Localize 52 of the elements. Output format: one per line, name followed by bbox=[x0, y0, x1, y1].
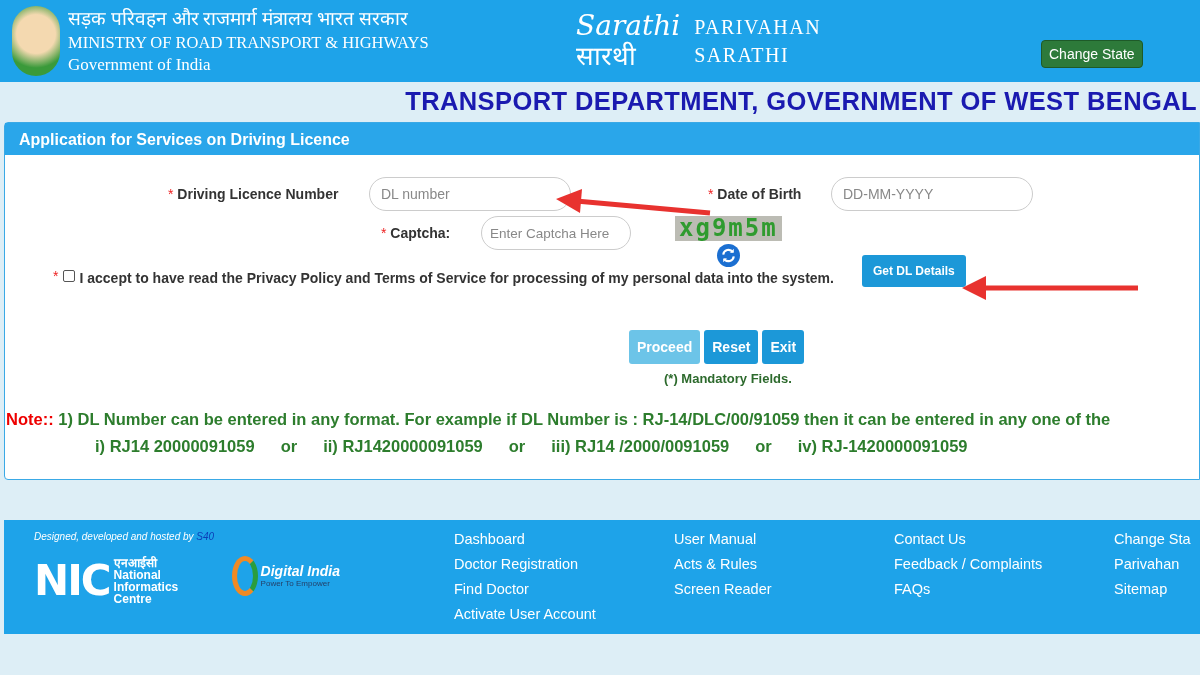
format-example: or bbox=[508, 437, 526, 456]
footer-link[interactable]: Activate User Account bbox=[454, 602, 674, 627]
mandatory-note: (*) Mandatory Fields. bbox=[663, 371, 793, 386]
footer-link[interactable]: Contact Us bbox=[894, 527, 1114, 552]
field-label: Captcha: bbox=[390, 225, 451, 241]
footer-link[interactable]: Acts & Rules bbox=[674, 552, 894, 577]
consent-text: I accept to have read the Privacy Policy and Terms of Service for processing of my personal data into the system. bbox=[79, 270, 834, 286]
date-of-birth-field[interactable]: DD-MM-YYYY bbox=[831, 177, 1033, 211]
format-example: or bbox=[755, 437, 772, 456]
footer-link[interactable]: Find Doctor bbox=[454, 577, 674, 602]
dl-number-field[interactable]: DL number bbox=[369, 177, 571, 211]
footer-link[interactable]: Parivahan bbox=[1114, 552, 1191, 577]
refresh-icon[interactable] bbox=[716, 244, 740, 267]
note-text: 1) DL Number can be entered in any format. For example if DL Number is : RJ-14/DLC/00/91059 then it can be entered in any one of the bbox=[58, 410, 1111, 428]
required-mark: * bbox=[53, 268, 59, 284]
ministry-hindi: सड़क परिवहन और राजमार्ग मंत्रालय भारत सरकार bbox=[68, 6, 409, 31]
format-example: i) RJ14 20000091059 bbox=[95, 437, 255, 456]
format-example: or bbox=[280, 437, 298, 456]
sarathi-logo: Sarathi सारथी bbox=[576, 11, 681, 71]
footer-link[interactable]: Doctor Registration bbox=[454, 552, 674, 577]
department-title: TRANSPORT DEPARTMENT, GOVERNMENT OF WEST BENGAL bbox=[404, 86, 1198, 117]
consent-checkbox[interactable] bbox=[63, 270, 76, 282]
get-dl-details-button[interactable]: Get DL Details bbox=[861, 255, 966, 287]
note-label: Note:: bbox=[6, 410, 54, 428]
field-label: Driving Licence Number bbox=[177, 186, 339, 202]
change-state-button[interactable]: Change State bbox=[1041, 40, 1143, 68]
format-example: iv) RJ-1420000091059 bbox=[797, 437, 968, 456]
footer-link[interactable]: Sitemap bbox=[1114, 577, 1191, 602]
required-mark: * bbox=[381, 225, 387, 241]
captcha-field[interactable]: Enter Captcha Here bbox=[481, 216, 631, 250]
emblem-logo bbox=[12, 6, 60, 76]
format-example: iii) RJ14 /2000/0091059 bbox=[551, 437, 730, 456]
format-example: ii) RJ1420000091059 bbox=[323, 437, 483, 456]
footer-link[interactable]: Screen Reader bbox=[674, 577, 894, 602]
field-label: Date of Birth bbox=[717, 186, 802, 202]
credit-text: Designed, developed and hosted by S40 bbox=[34, 531, 215, 542]
captcha-image: xg9m5m bbox=[675, 216, 782, 241]
footer-link[interactable]: FAQs bbox=[894, 577, 1114, 602]
required-mark: * bbox=[168, 186, 174, 202]
footer-link[interactable]: Feedback / Complaints bbox=[894, 552, 1114, 577]
action-button[interactable]: Reset bbox=[704, 330, 759, 364]
action-button[interactable]: Exit bbox=[762, 330, 805, 364]
required-mark: * bbox=[708, 186, 714, 202]
panel-title: Application for Services on Driving Licence bbox=[5, 123, 1199, 155]
brand-line: PARIVAHAN bbox=[694, 15, 822, 40]
footer-link[interactable]: Change Sta bbox=[1114, 527, 1191, 552]
footer-link[interactable]: Dashboard bbox=[454, 527, 674, 552]
ministry-name: MINISTRY OF ROAD TRANSPORT & HIGHWAYS bbox=[68, 31, 430, 54]
government-name: Government of India bbox=[68, 53, 212, 76]
digital-india-logo: Digital India Power To Empower bbox=[231, 546, 340, 605]
footer-link[interactable]: User Manual bbox=[674, 527, 894, 552]
brand-line: SARATHI bbox=[694, 43, 791, 68]
